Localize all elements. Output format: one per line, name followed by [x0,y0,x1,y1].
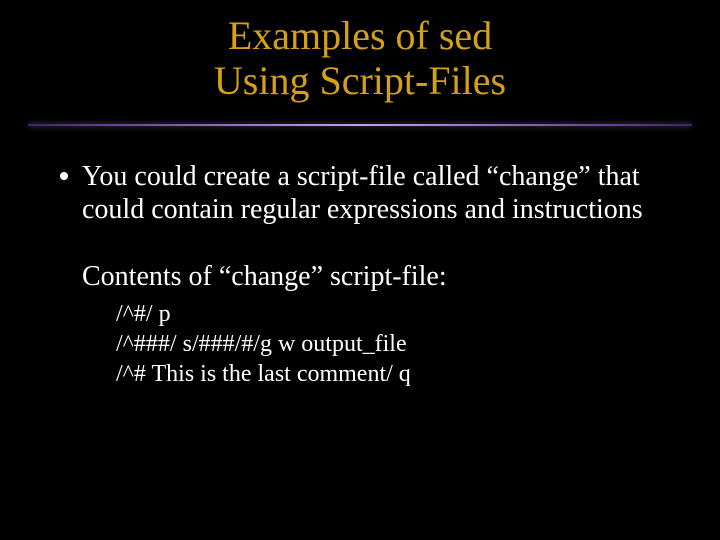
title-underline [28,118,692,132]
bullet-text: You could create a script-file called “c… [82,160,660,226]
slide: Examples of sed Using Script-Files You c… [0,0,720,540]
script-line: /^#/ p [116,299,660,329]
script-line: /^# This is the last comment/ q [116,359,660,389]
script-line: /^###/ s/###/#/g w output_file [116,329,660,359]
script-file-contents: /^#/ p /^###/ s/###/#/g w output_file /^… [116,299,660,389]
underline-glow [28,124,692,126]
contents-label: Contents of “change” script-file: [82,260,660,293]
bullet-item: You could create a script-file called “c… [60,160,660,226]
slide-title: Examples of sed Using Script-Files [0,0,720,104]
spacer [60,226,660,260]
bullet-dot-icon [60,172,68,180]
title-line-2: Using Script-Files [0,59,720,104]
slide-body: You could create a script-file called “c… [0,132,720,389]
title-line-1: Examples of sed [0,14,720,59]
